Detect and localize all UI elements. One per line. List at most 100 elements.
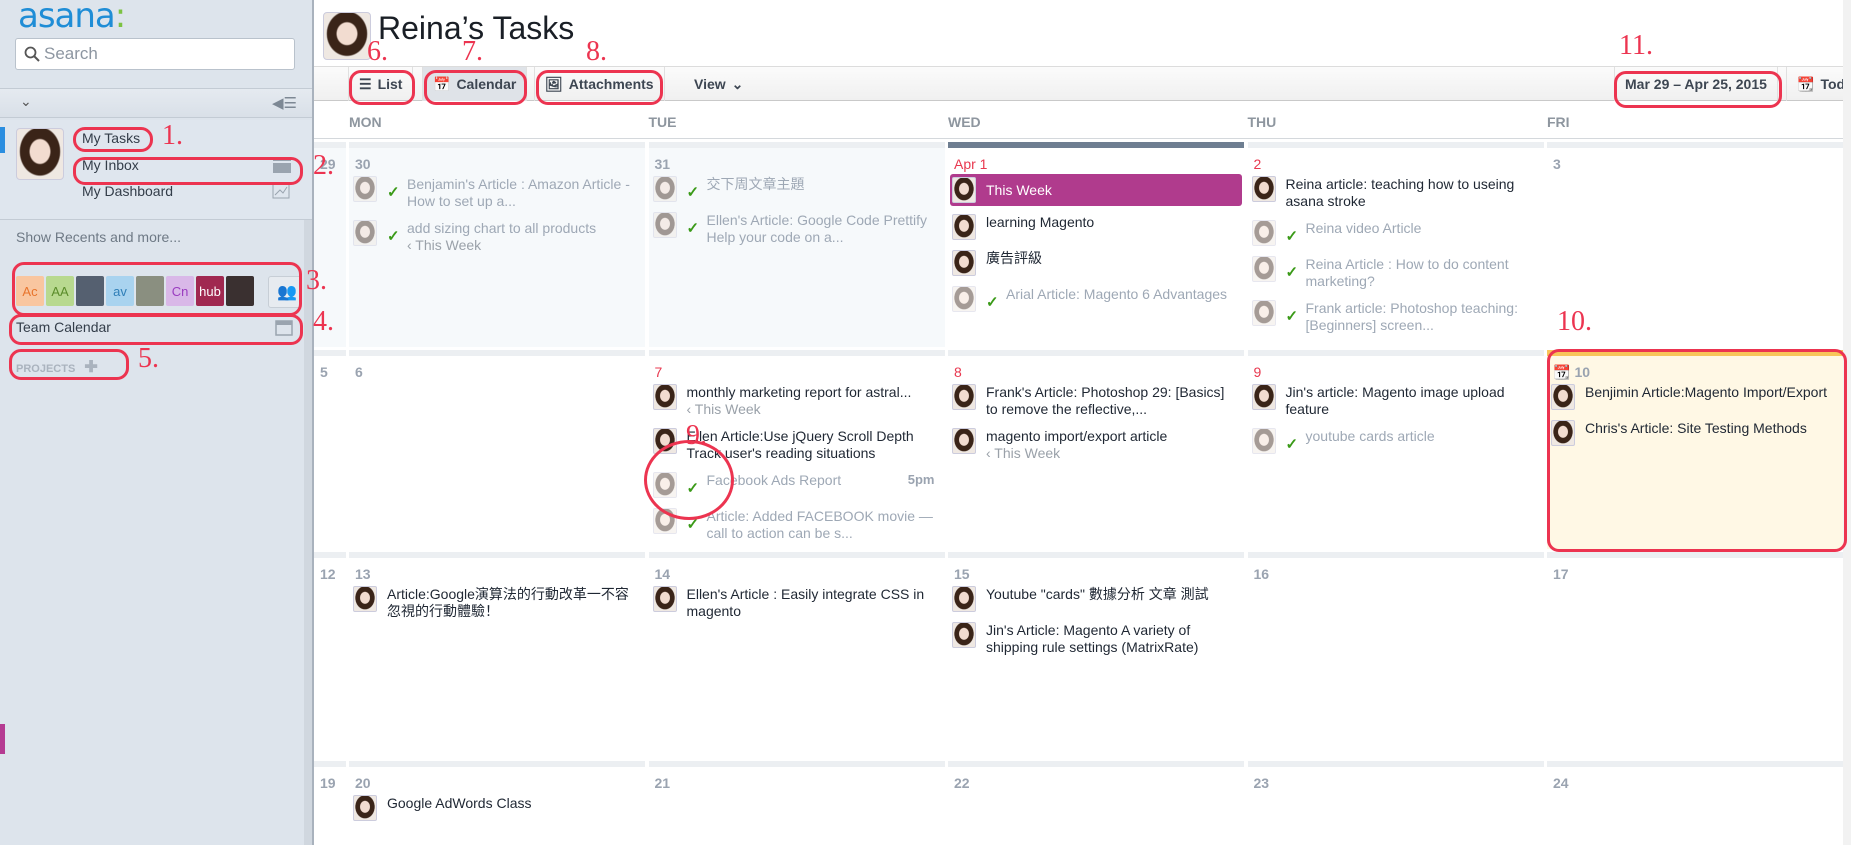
task-project-link[interactable]: ‹ This Week bbox=[986, 445, 1167, 462]
check-icon[interactable]: ✓ bbox=[387, 183, 403, 201]
collapse-sidebar-icon[interactable]: ◀☰ bbox=[272, 94, 297, 112]
date-label: 17 bbox=[1547, 558, 1847, 584]
day-cell[interactable]: 17 bbox=[1547, 552, 1847, 758]
team-member-avatar[interactable] bbox=[136, 276, 164, 306]
day-cell[interactable]: 9 Jin's article: Magento image upload fea… bbox=[1247, 350, 1544, 549]
tab-list[interactable]: ☰ List bbox=[348, 67, 414, 101]
tab-attachments[interactable]: 🖼 Attachments bbox=[534, 67, 665, 101]
task-title: add sizing chart to all products ‹ This W… bbox=[407, 220, 597, 254]
tab-calendar[interactable]: 📅 Calendar bbox=[422, 67, 528, 101]
day-cell[interactable]: Apr 1 This Week learning Magento 廣告評級 ✓ Arial… bbox=[948, 142, 1244, 347]
view-dropdown[interactable]: View ⌄ bbox=[684, 67, 753, 101]
task-item[interactable]: Google AdWords Class bbox=[353, 793, 641, 823]
date-range-button[interactable]: Mar 29 – Apr 25, 2015 bbox=[1614, 67, 1778, 101]
task-item[interactable]: Frank's Article: Photoshop 29: [Basics] … bbox=[952, 382, 1240, 420]
sidebar-item-my-dashboard[interactable]: My Dashboard bbox=[82, 183, 173, 199]
task-item[interactable]: Ellen's Article : Easily integrate CSS i… bbox=[652, 584, 941, 622]
task-item[interactable]: learning Magento bbox=[952, 212, 1240, 242]
task-item[interactable]: 廣告評級 bbox=[952, 248, 1240, 278]
task-item[interactable]: ✓ Article: Added FACEBOOK movie — call to… bbox=[652, 506, 941, 544]
task-project-link[interactable]: ‹ This Week bbox=[407, 237, 596, 254]
day-cell[interactable]: 6 bbox=[349, 350, 645, 549]
check-icon[interactable]: ✓ bbox=[986, 293, 1002, 311]
sidebar-item-my-tasks[interactable]: My Tasks bbox=[82, 130, 140, 146]
task-item[interactable]: Jin's Article: Magento A variety of ship… bbox=[952, 620, 1240, 658]
team-member-avatar[interactable]: AA bbox=[46, 276, 74, 306]
task-item[interactable]: ✓ Arial Article: Magento 6 Advantages bbox=[952, 284, 1240, 314]
sidebar-item-my-inbox[interactable]: My Inbox bbox=[82, 157, 139, 173]
day-cell[interactable]: 20 Google AdWords Class bbox=[349, 761, 645, 851]
task-item[interactable]: ✓ Benjamin's Article : Amazon Article - H… bbox=[353, 174, 641, 212]
task-item[interactable]: This Week bbox=[950, 174, 1242, 206]
annotation-label: 10. bbox=[1557, 306, 1592, 337]
task-project-link[interactable]: ‹ This Week bbox=[687, 401, 912, 418]
check-icon[interactable]: ✓ bbox=[387, 227, 403, 245]
task-item[interactable]: monthly marketing report for astral... ‹ … bbox=[652, 382, 941, 420]
date-label: 📆 10 bbox=[1547, 356, 1847, 382]
day-cell[interactable]: 15 Youtube "cards" 數據分析 文章 測試 Jin's Articl… bbox=[948, 552, 1244, 758]
task-item[interactable]: Benjimin Article:Magento Import/Export bbox=[1551, 382, 1843, 412]
task-item[interactable]: Youtube "cards" 數據分析 文章 測試 bbox=[952, 584, 1240, 614]
check-icon[interactable]: ✓ bbox=[687, 479, 703, 497]
task-item[interactable]: ✓ Reina video Article bbox=[1251, 218, 1540, 248]
check-icon[interactable]: ✓ bbox=[1286, 263, 1302, 281]
day-cell[interactable]: 31 ✓ 交下周文章主題 ✓ Ellen's Article: Google Code … bbox=[648, 142, 945, 347]
task-item[interactable]: Article:Google演算法的行動改革一不容忽視的行動體驗！ bbox=[353, 584, 641, 622]
check-icon[interactable]: ✓ bbox=[1286, 227, 1302, 245]
check-icon[interactable]: ✓ bbox=[687, 219, 703, 237]
task-title: magento import/export article ‹ This Week bbox=[986, 428, 1168, 462]
team-members-button[interactable]: 👥 bbox=[268, 276, 302, 308]
task-item[interactable]: ✓ youtube cards article bbox=[1251, 426, 1540, 456]
day-cell[interactable]: 📆 10 Benjimin Article:Magento Import/Expor… bbox=[1547, 350, 1847, 549]
week-number-cell: 12 bbox=[314, 552, 346, 758]
task-title: Benjimin Article:Magento Import/Export bbox=[1585, 384, 1827, 400]
task-item[interactable]: ✓ Frank article: Photoshop teaching: [Beg… bbox=[1251, 298, 1540, 336]
asana-logo[interactable]: asana: bbox=[18, 0, 126, 36]
day-cell[interactable]: 2 Reina article: teaching how to useing a… bbox=[1247, 142, 1544, 347]
day-cell[interactable]: 16 bbox=[1247, 552, 1544, 758]
check-icon[interactable]: ✓ bbox=[1286, 307, 1302, 325]
day-cell[interactable]: 3 bbox=[1547, 142, 1847, 347]
sidebar-scrollbar[interactable] bbox=[304, 220, 312, 845]
task-item[interactable]: Jin's article: Magento image upload feat… bbox=[1251, 382, 1540, 420]
show-recents-link[interactable]: Show Recents and more... bbox=[16, 229, 181, 245]
add-project-icon[interactable]: ✚ bbox=[84, 359, 97, 376]
team-member-avatar[interactable] bbox=[76, 276, 104, 306]
team-member-avatar[interactable]: av bbox=[106, 276, 134, 306]
calendar-star-icon: 📆 bbox=[1797, 75, 1815, 92]
day-cell[interactable]: 13 Article:Google演算法的行動改革一不容忽視的行動體驗！ bbox=[349, 552, 645, 758]
team-member-avatar[interactable] bbox=[226, 276, 254, 306]
task-item[interactable]: Reina article: teaching how to useing as… bbox=[1251, 174, 1540, 212]
task-item[interactable]: ✓ Reina Article : How to do content marke… bbox=[1251, 254, 1540, 292]
check-icon[interactable]: ✓ bbox=[687, 515, 703, 533]
task-item[interactable]: ✓ Ellen's Article: Google Code Prettify H… bbox=[652, 210, 941, 248]
task-item[interactable]: ✓ add sizing chart to all products ‹ This … bbox=[353, 218, 641, 256]
chevron-down-icon[interactable]: ⌄ bbox=[20, 93, 32, 110]
today-button[interactable]: 📆Today bbox=[1786, 67, 1851, 101]
team-calendar-link[interactable]: Team Calendar bbox=[16, 319, 111, 335]
task-title: Google AdWords Class bbox=[387, 795, 532, 811]
team-member-avatar[interactable]: Ac bbox=[16, 276, 44, 306]
team-member-avatar[interactable]: Cn bbox=[166, 276, 194, 306]
day-cell[interactable]: 24 bbox=[1547, 761, 1847, 851]
user-avatar[interactable] bbox=[16, 128, 64, 180]
day-cell[interactable]: 22 bbox=[948, 761, 1244, 851]
task-item[interactable]: ✓ Facebook Ads Report 5pm bbox=[652, 470, 941, 500]
date-number: 31 bbox=[654, 156, 671, 172]
check-icon[interactable]: ✓ bbox=[1286, 435, 1302, 453]
task-item[interactable]: Chris's Article: Site Testing Methods bbox=[1551, 418, 1843, 448]
day-cell[interactable]: 8 Frank's Article: Photoshop 29: [Basics]… bbox=[948, 350, 1244, 549]
day-cell[interactable]: 30 ✓ Benjamin's Article : Amazon Article -… bbox=[349, 142, 645, 347]
search-input[interactable]: Search bbox=[15, 38, 295, 70]
day-cell[interactable]: 23 bbox=[1247, 761, 1544, 851]
calendar-icon bbox=[275, 320, 293, 336]
team-member-avatar[interactable]: hub bbox=[196, 276, 224, 306]
day-cell[interactable]: 21 bbox=[648, 761, 945, 851]
active-indicator bbox=[0, 127, 5, 153]
day-cell[interactable]: 14 Ellen's Article : Easily integrate CSS… bbox=[648, 552, 945, 758]
check-icon[interactable]: ✓ bbox=[687, 183, 703, 201]
task-item[interactable]: magento import/export article ‹ This Week bbox=[952, 426, 1240, 464]
date-number: 16 bbox=[1253, 566, 1270, 582]
task-item[interactable]: ✓ 交下周文章主題 bbox=[652, 174, 941, 204]
main-scrollbar[interactable] bbox=[1843, 0, 1851, 845]
